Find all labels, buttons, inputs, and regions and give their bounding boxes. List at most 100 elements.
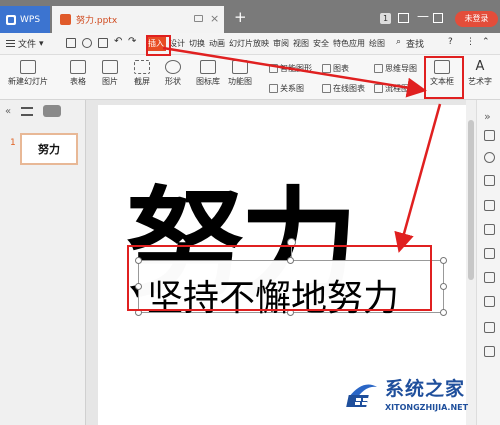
table-icon — [70, 60, 86, 74]
online-chart-button[interactable]: 在线图表 — [322, 83, 365, 94]
watermark-logo-icon — [346, 384, 377, 407]
resize-handle-r[interactable] — [440, 283, 447, 290]
backup-icon[interactable] — [484, 346, 495, 357]
help-icon[interactable]: ? — [448, 37, 453, 47]
image-icon[interactable] — [484, 322, 495, 333]
tab-special[interactable]: 特色应用 — [332, 36, 366, 51]
export-icon[interactable] — [484, 296, 495, 307]
picture-button[interactable]: 图片 — [102, 60, 118, 87]
wps-logo-icon — [6, 14, 16, 25]
wordart-button[interactable]: A 艺术字 — [468, 60, 492, 87]
star-icon[interactable] — [484, 130, 495, 141]
table-button[interactable]: 表格 — [70, 60, 86, 87]
undo-icon[interactable]: ↶ — [114, 36, 124, 47]
icon-library-button[interactable]: 图标库 — [196, 60, 220, 87]
shape-icon — [165, 60, 181, 74]
menu-bar: 文件 ▾ ↶ ↷ 插入 设计 切换 动画 幻灯片放映 审阅 视图 安全 特色应用… — [0, 33, 500, 55]
wordart-label: 艺术字 — [468, 77, 492, 86]
insert-tab-highlight — [146, 35, 171, 56]
hamburger-icon — [6, 40, 15, 47]
settings-icon[interactable] — [484, 200, 495, 211]
shape-props-icon[interactable] — [484, 152, 495, 163]
save-icon[interactable] — [66, 38, 76, 48]
redo-icon[interactable]: ↷ — [128, 36, 138, 47]
screenshot-button[interactable]: 截屏 — [134, 60, 150, 87]
watermark-title: 系统之家 — [385, 378, 466, 400]
icon-library-icon — [200, 60, 216, 74]
textbox-highlight — [127, 245, 432, 311]
tab-security[interactable]: 安全 — [312, 36, 330, 51]
more-options-icon[interactable]: ⋮ — [466, 37, 475, 47]
tab-draw[interactable]: 绘图 — [368, 36, 386, 51]
relation-chart-label: 关系图 — [280, 84, 304, 93]
search-label[interactable]: 查找 — [406, 37, 424, 50]
smart-shape-button[interactable]: 智能图形 — [269, 63, 312, 74]
resize-handle-tr[interactable] — [440, 257, 447, 264]
monitor-icon[interactable] — [194, 15, 203, 22]
share-icon[interactable] — [484, 272, 495, 283]
animation-icon[interactable] — [484, 175, 495, 186]
picture-icon — [102, 60, 118, 74]
screenshot-icon — [134, 60, 150, 74]
tab-transition[interactable]: 切换 — [188, 36, 206, 51]
search-icon[interactable]: ⌕ — [396, 37, 401, 47]
shape-button[interactable]: 形状 — [165, 60, 181, 87]
wps-home-tab[interactable]: WPS — [0, 6, 50, 33]
flowchart-label: 流程图 — [385, 84, 409, 93]
outline-view-icon[interactable] — [21, 106, 34, 116]
chart-button[interactable]: 图表 — [322, 63, 349, 74]
export-pdf-icon[interactable] — [98, 38, 108, 48]
window-count-badge[interactable]: 1 — [380, 13, 391, 24]
window-layout-icon[interactable] — [398, 13, 409, 23]
thumbnail-text: 努力 — [38, 143, 60, 156]
minimize-icon[interactable]: — — [417, 9, 429, 23]
new-slide-button[interactable]: 新建幻灯片 — [8, 60, 48, 87]
document-tab[interactable]: 努力.pptx × — [52, 6, 224, 33]
mindmap-button[interactable]: 思维导图 — [374, 63, 417, 74]
resize-handle-br[interactable] — [440, 309, 447, 316]
close-tab-icon[interactable]: × — [210, 12, 219, 25]
collapse-side-icon[interactable]: » — [484, 110, 495, 123]
file-menu-label: 文件 — [18, 40, 37, 50]
chevron-down-icon: ▾ — [39, 38, 44, 49]
slide-thumbnail[interactable]: 努力 — [20, 133, 78, 165]
collapse-panel-icon[interactable]: « — [5, 106, 11, 117]
function-chart-button[interactable]: 功能图 — [228, 60, 252, 87]
function-chart-icon — [232, 60, 248, 74]
document-tab-label: 努力.pptx — [76, 16, 118, 26]
table-style-icon[interactable] — [484, 248, 495, 259]
watermark: 系统之家 XITONGZHIJIA.NET — [345, 373, 495, 421]
slide-number: 1 — [10, 138, 16, 148]
slide-thumbnail-panel: « 1 努力 — [0, 100, 86, 425]
online-chart-icon — [322, 84, 331, 93]
login-button[interactable]: 未登录 — [455, 11, 498, 27]
tab-view[interactable]: 视图 — [292, 36, 310, 51]
new-slide-label: 新建幻灯片 — [8, 77, 48, 86]
maximize-icon[interactable] — [433, 13, 443, 23]
table-label: 表格 — [70, 77, 86, 86]
relation-chart-button[interactable]: 关系图 — [269, 83, 304, 94]
wordart-icon: A — [475, 59, 485, 74]
chart-icon — [322, 64, 331, 73]
flowchart-button[interactable]: 流程图 — [374, 83, 409, 94]
print-icon[interactable] — [82, 38, 92, 48]
new-tab-button[interactable]: + — [234, 10, 247, 25]
file-menu[interactable]: 文件 ▾ — [6, 37, 44, 50]
tab-animation[interactable]: 动画 — [208, 36, 226, 51]
collapse-ribbon-icon[interactable]: ⌃ — [482, 37, 490, 47]
menu-tabs: 插入 设计 切换 动画 幻灯片放映 审阅 视图 安全 特色应用 绘图 — [146, 36, 386, 51]
mindmap-label: 思维导图 — [385, 64, 417, 73]
flowchart-icon — [374, 84, 383, 93]
textbox-button-highlight — [424, 56, 464, 99]
panel-toolbar: « — [0, 100, 86, 122]
ppt-file-icon — [60, 14, 71, 25]
relation-chart-icon — [269, 84, 278, 93]
scrollbar-thumb[interactable] — [468, 120, 474, 280]
tab-slideshow[interactable]: 幻灯片放映 — [228, 36, 270, 51]
picture-label: 图片 — [102, 77, 118, 86]
icon-library-label: 图标库 — [196, 77, 220, 86]
layout-icon[interactable] — [484, 224, 495, 235]
slide-view-icon[interactable] — [43, 105, 62, 117]
smart-shape-icon — [269, 64, 278, 73]
tab-review[interactable]: 审阅 — [272, 36, 290, 51]
